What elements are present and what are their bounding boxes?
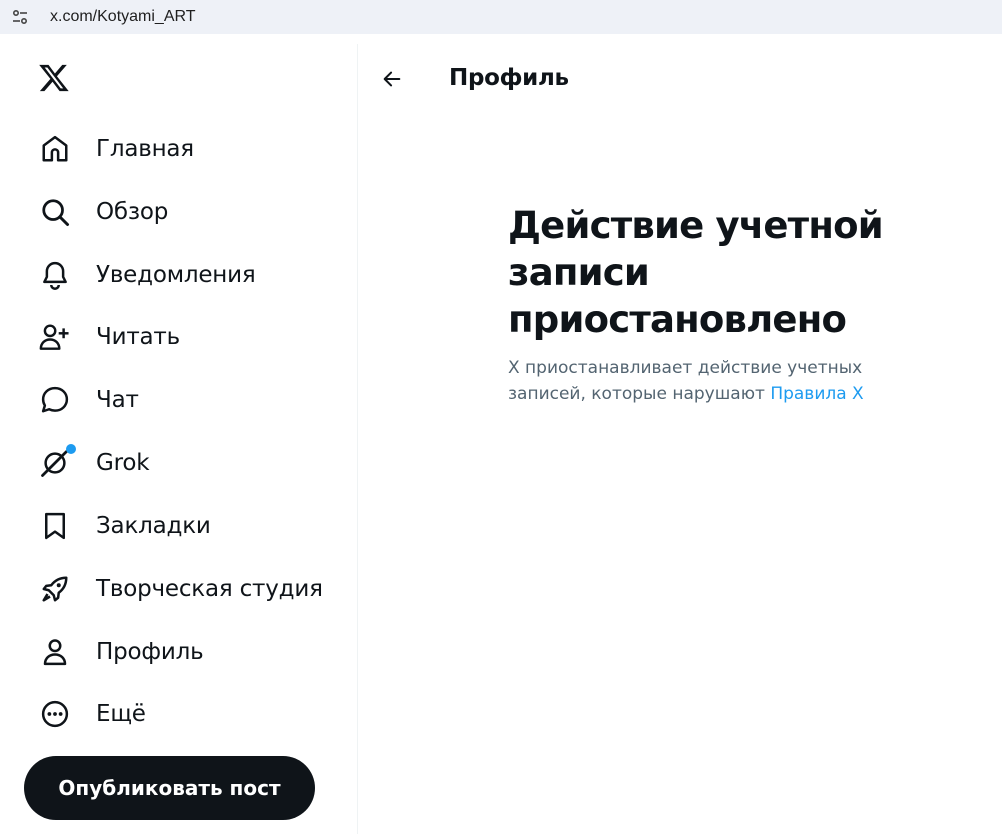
x-logo-icon[interactable]: [38, 62, 74, 98]
sidebar-item-more[interactable]: Ещё: [24, 688, 160, 740]
home-icon: [38, 132, 72, 166]
rules-link[interactable]: Правила X: [770, 384, 863, 404]
post-button[interactable]: Опубликовать пост: [24, 756, 315, 820]
more-icon: [38, 697, 72, 731]
suspended-title: Действие учетной записи приостановлено: [508, 204, 884, 341]
back-button[interactable]: [373, 60, 411, 98]
sidebar-item-grok[interactable]: Grok: [24, 437, 163, 489]
sidebar-item-label: Профиль: [96, 639, 204, 665]
sidebar-item-label: Обзор: [96, 199, 169, 225]
sidebar-item-label: Grok: [96, 450, 150, 476]
profile-header: Профиль: [359, 44, 1002, 114]
browser-address-bar: x.com/Kotyami_ART: [0, 0, 1002, 44]
main-column: Профиль Действие учетной записи приостан…: [359, 44, 1002, 834]
bell-icon: [38, 258, 72, 292]
search-icon: [38, 195, 72, 229]
sidebar-item-label: Закладки: [96, 513, 211, 539]
url-text[interactable]: x.com/Kotyami_ART: [50, 8, 196, 26]
sidebar-item-bookmarks[interactable]: Закладки: [24, 500, 225, 552]
sidebar-item-follow[interactable]: Читать: [24, 311, 194, 363]
sidebar: Главная Обзор Уведомления Читать Чат Gro…: [0, 44, 358, 834]
sidebar-item-chat[interactable]: Чат: [24, 374, 153, 426]
sidebar-item-label: Главная: [96, 136, 194, 162]
sidebar-item-label: Уведомления: [96, 262, 256, 288]
suspended-description: X приостанавливает действие учетных запи…: [508, 355, 938, 407]
arrow-left-icon: [383, 71, 401, 87]
sidebar-item-explore[interactable]: Обзор: [24, 186, 182, 238]
sidebar-item-creator-studio[interactable]: Творческая студия: [24, 563, 337, 615]
bookmark-icon: [38, 509, 72, 543]
sidebar-item-profile[interactable]: Профиль: [24, 626, 217, 678]
notification-dot: [66, 444, 76, 454]
grok-icon: [38, 444, 76, 480]
sidebar-item-home[interactable]: Главная: [24, 123, 208, 175]
page-title: Профиль: [449, 65, 569, 91]
follow-icon: [38, 320, 72, 354]
profile-icon: [38, 635, 72, 669]
suspended-notice: Действие учетной записи приостановлено X…: [508, 202, 938, 407]
sidebar-item-label: Ещё: [96, 701, 146, 727]
sidebar-item-label: Читать: [96, 324, 180, 350]
chat-icon: [38, 383, 72, 417]
sidebar-item-notifications[interactable]: Уведомления: [24, 249, 270, 301]
url-bar[interactable]: x.com/Kotyami_ART: [0, 0, 1002, 34]
site-info-icon[interactable]: [0, 0, 40, 34]
rocket-icon: [38, 572, 72, 606]
sidebar-item-label: Творческая студия: [96, 576, 323, 602]
sidebar-item-label: Чат: [96, 387, 139, 413]
